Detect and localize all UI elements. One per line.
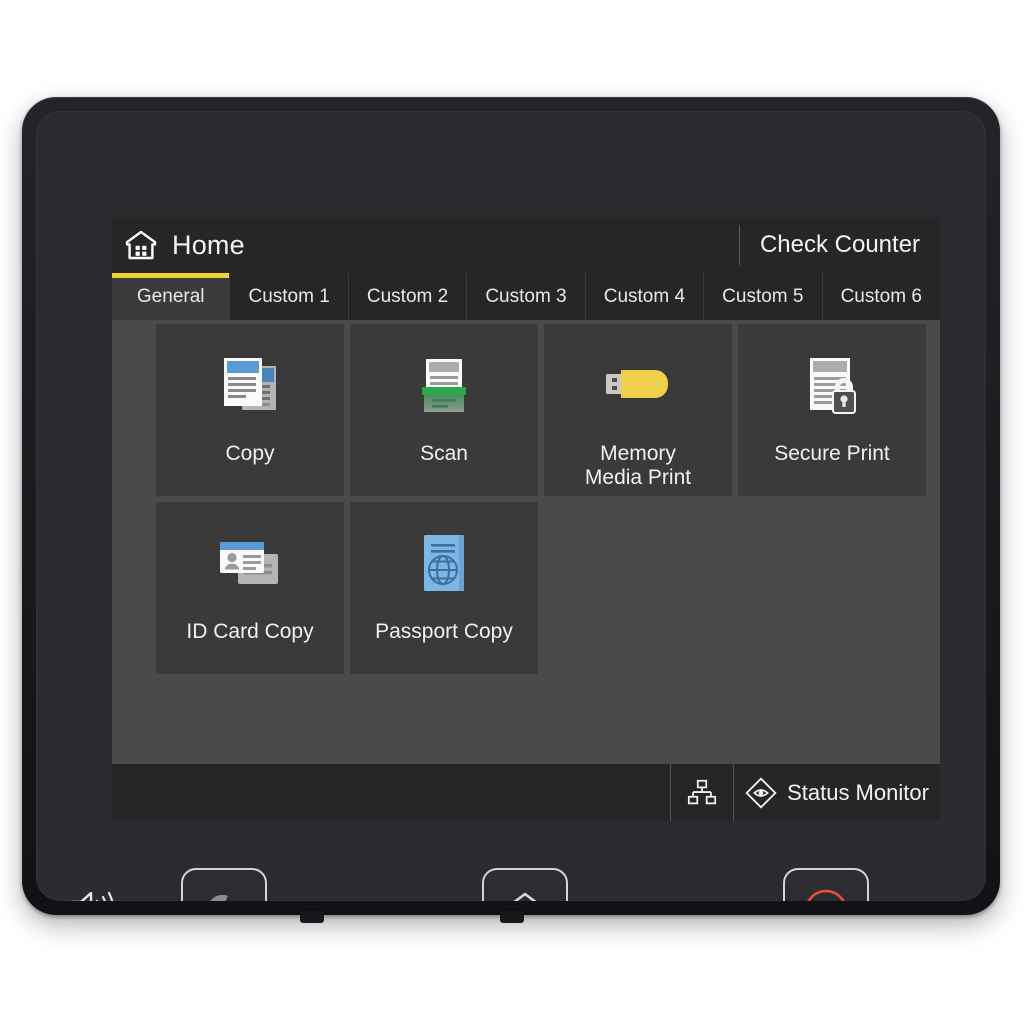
tile-label-copy: Copy (225, 442, 275, 465)
device-face: Home Check Counter General Custom 1 Cust… (36, 111, 986, 901)
tile-label-id-card-copy: ID Card Copy (186, 620, 314, 643)
id-card-icon (208, 524, 292, 608)
usb-flash-drive-icon (596, 346, 680, 430)
home-house-icon (502, 888, 548, 901)
tile-label-memory-media-print: Memory Media Print (579, 442, 697, 491)
status-bar: Status Monitor (112, 764, 940, 821)
tab-general[interactable]: General (112, 273, 231, 320)
tile-id-card-copy[interactable]: ID Card Copy (156, 502, 344, 674)
passport-globe-icon (402, 524, 486, 608)
network-status-button[interactable] (670, 764, 733, 821)
home-key[interactable] (482, 868, 568, 901)
tile-empty-slot-2 (738, 502, 926, 674)
stop-key[interactable] (783, 868, 869, 901)
tile-secure-print[interactable]: Secure Print (738, 324, 926, 496)
hardware-key-row (36, 841, 986, 901)
status-bar-spacer (112, 764, 670, 821)
scanner-tray-icon (402, 346, 486, 430)
tab-bar: General Custom 1 Custom 2 Custom 3 Custo… (112, 273, 940, 320)
tile-label-passport-copy: Passport Copy (375, 620, 513, 643)
copy-documents-icon (208, 346, 292, 430)
document-lock-icon (790, 346, 874, 430)
touchscreen-display: Home Check Counter General Custom 1 Cust… (112, 217, 940, 821)
home-icon (124, 228, 158, 262)
tab-custom-4[interactable]: Custom 4 (585, 273, 705, 320)
tile-passport-copy[interactable]: Passport Copy (350, 502, 538, 674)
tile-label-scan: Scan (420, 442, 468, 465)
status-monitor-label: Status Monitor (787, 779, 929, 805)
tile-copy[interactable]: Copy (156, 324, 344, 496)
energy-saver-key[interactable] (181, 868, 267, 901)
tab-custom-2[interactable]: Custom 2 (348, 273, 468, 320)
screenshot-root: Home Check Counter General Custom 1 Cust… (0, 0, 1024, 1024)
device-foot-left (300, 909, 324, 923)
function-grid-area: Copy Scan Memory Media Print Secure Prin… (112, 320, 940, 764)
tab-custom-6[interactable]: Custom 6 (822, 273, 940, 320)
network-tree-icon (686, 777, 718, 809)
check-counter-button[interactable]: Check Counter (740, 217, 940, 273)
crescent-moon-icon (202, 889, 246, 901)
tile-empty-slot-1 (544, 502, 732, 674)
tile-label-secure-print: Secure Print (774, 442, 890, 465)
stop-triangle-icon (802, 887, 850, 901)
tile-memory-media-print[interactable]: Memory Media Print (544, 324, 732, 496)
status-monitor-button[interactable]: Status Monitor (733, 764, 940, 821)
tab-custom-5[interactable]: Custom 5 (704, 273, 823, 320)
printer-control-panel-device: Home Check Counter General Custom 1 Cust… (22, 97, 1000, 923)
eye-diamond-icon (745, 776, 777, 809)
device-foot-right (500, 909, 524, 923)
tile-scan[interactable]: Scan (350, 324, 538, 496)
speaker-volume-icon (66, 887, 118, 901)
tab-custom-1[interactable]: Custom 1 (230, 273, 349, 320)
function-tile-grid: Copy Scan Memory Media Print Secure Prin… (156, 324, 926, 674)
home-title-group: Home (112, 217, 739, 273)
screen-header: Home Check Counter (112, 217, 940, 273)
tile-label-line1: Memory (600, 442, 676, 465)
tile-label-line2: Media Print (584, 466, 692, 490)
tab-custom-3[interactable]: Custom 3 (467, 273, 586, 320)
page-title: Home (172, 229, 245, 260)
